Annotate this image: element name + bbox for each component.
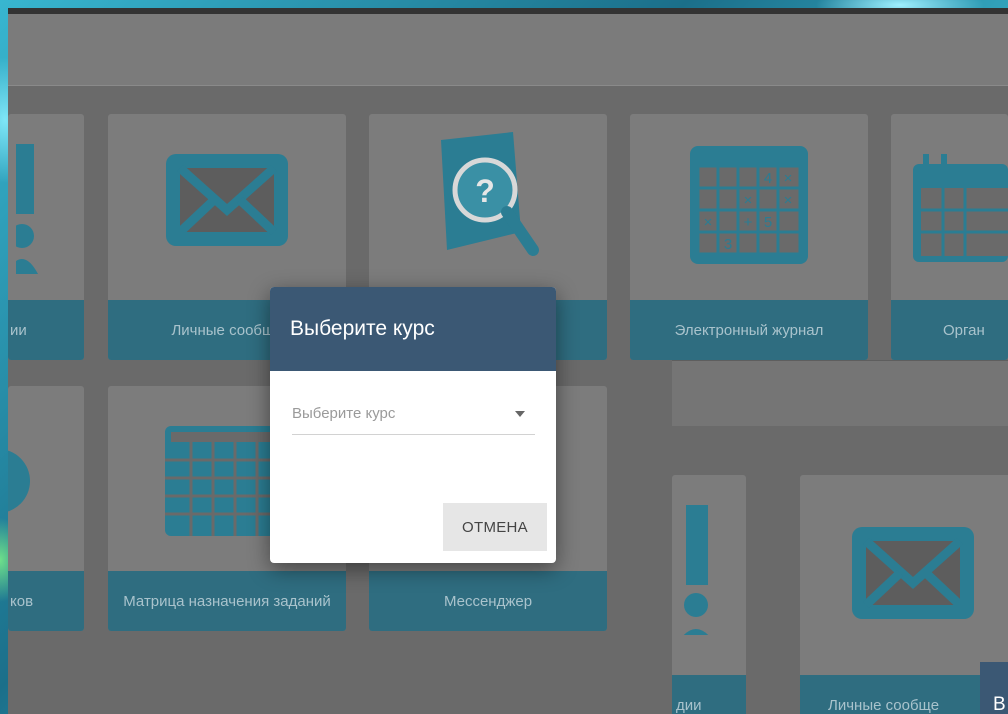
nested-tile-personal-messages[interactable]: Личные сообще xyxy=(800,475,1008,714)
circle-icon xyxy=(8,450,30,512)
journal-cell: + xyxy=(744,214,753,231)
tile-label: ии xyxy=(8,300,84,360)
tile-partial-left-1[interactable]: ии xyxy=(8,114,84,360)
tile-electronic-journal[interactable]: 4 × × × + 5 × 3 Электронный журнал xyxy=(630,114,868,360)
svg-text:?: ? xyxy=(475,173,495,209)
tile-label: Мессенджер xyxy=(369,571,607,631)
book-question-icon: ? xyxy=(441,132,539,256)
select-course-dialog: Выберите курс Выберите курс ОТМЕНА xyxy=(270,287,556,563)
header-bar xyxy=(8,14,1008,86)
journal-cell: × xyxy=(744,192,753,209)
journal-cell: 4 xyxy=(764,170,772,187)
nested-app-view: дии Личные сообще xyxy=(672,360,1008,714)
cancel-button[interactable]: ОТМЕНА xyxy=(443,503,547,551)
journal-cell: × xyxy=(784,192,793,209)
tile-organizer[interactable]: Орган xyxy=(891,114,1008,360)
course-select-placeholder: Выберите курс xyxy=(292,405,396,422)
tile-label: дии xyxy=(672,675,746,714)
envelope-icon xyxy=(852,527,974,619)
journal-cell: 3 xyxy=(724,236,732,253)
tile-label: Личные сообще xyxy=(800,675,1008,714)
tile-label: ков xyxy=(8,571,84,631)
dialog-title: Выберите курс xyxy=(270,287,556,371)
matrix-table-icon xyxy=(165,426,275,536)
journal-grid-icon: 4 × × × + 5 × 3 xyxy=(690,146,808,264)
journal-cell: 5 xyxy=(764,214,772,231)
tile-label: Матрица назначения заданий xyxy=(108,571,346,631)
person-board-icon xyxy=(16,144,38,274)
person-board-icon xyxy=(684,505,708,635)
nested-header-bar xyxy=(672,360,1008,426)
course-select[interactable]: Выберите курс xyxy=(292,399,535,435)
nested-dialog-header: В xyxy=(980,662,1008,714)
tile-label: Орган xyxy=(891,300,1008,360)
tile-partial-left-2[interactable]: ков xyxy=(8,386,84,631)
dropdown-caret-icon xyxy=(515,411,525,417)
nested-tile-partial[interactable]: дии xyxy=(672,475,746,714)
calendar-icon xyxy=(913,154,1008,262)
journal-cell: × xyxy=(704,214,713,231)
journal-cell: × xyxy=(784,170,793,187)
tile-label: Электронный журнал xyxy=(630,300,868,360)
envelope-icon xyxy=(166,154,288,246)
